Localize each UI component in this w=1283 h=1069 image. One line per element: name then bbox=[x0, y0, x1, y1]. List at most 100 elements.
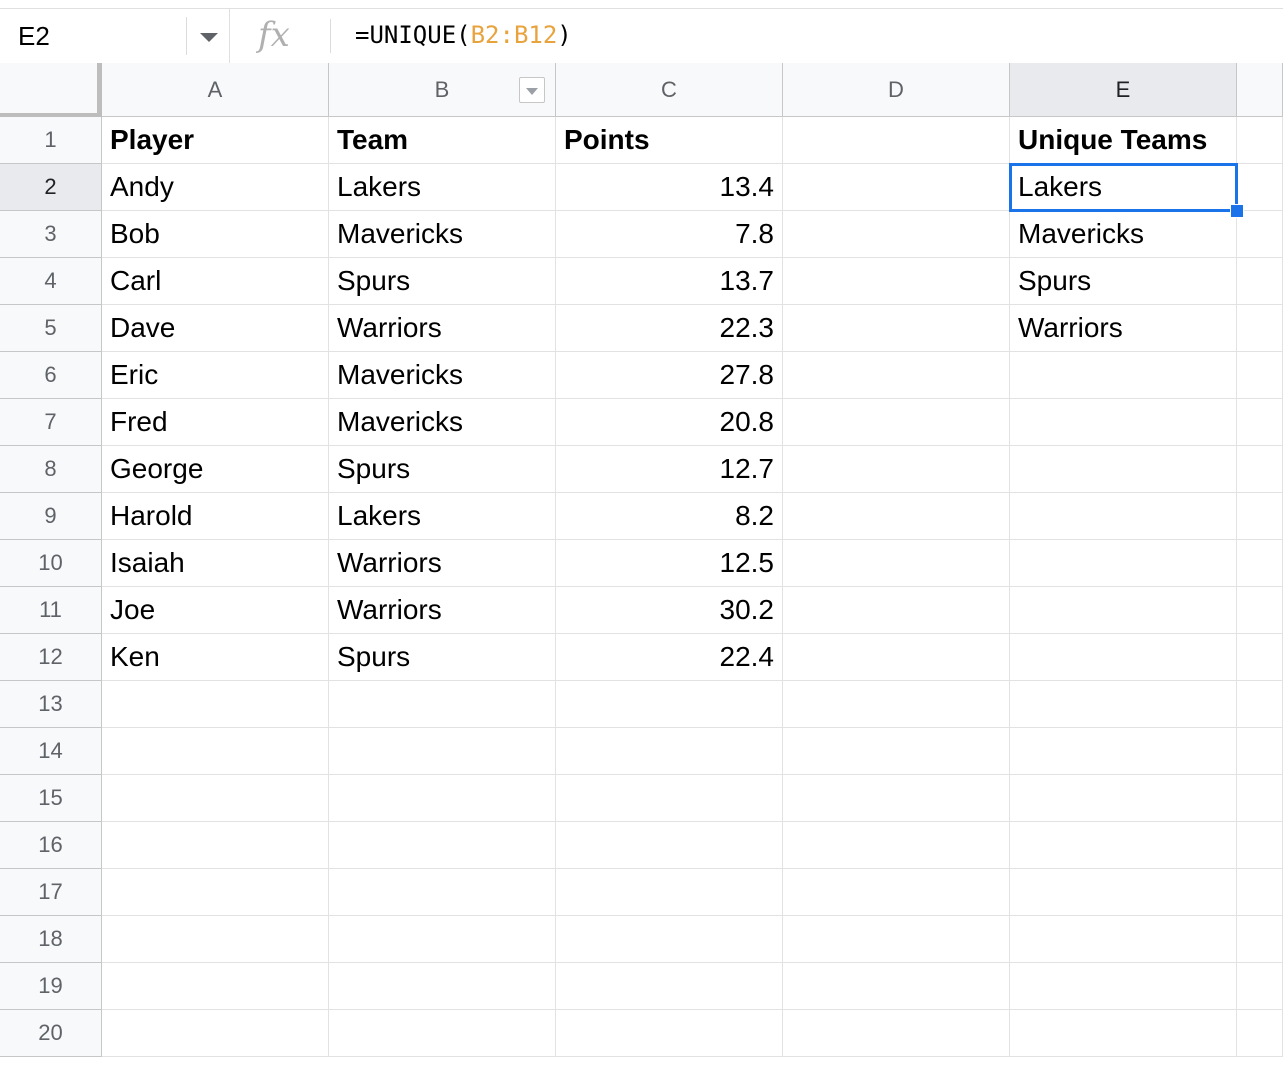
row-header-4[interactable]: 4 bbox=[0, 258, 102, 305]
cell-f15[interactable] bbox=[1237, 775, 1283, 822]
cell-c2[interactable]: 13.4 bbox=[556, 164, 783, 211]
cell-e2[interactable]: Lakers bbox=[1009, 163, 1238, 212]
row-header-12[interactable]: 12 bbox=[0, 634, 102, 681]
cell-c8[interactable]: 12.7 bbox=[556, 446, 783, 493]
cell-f6[interactable] bbox=[1237, 352, 1283, 399]
formula-input[interactable]: =UNIQUE(B2:B12) bbox=[355, 21, 572, 49]
column-header-a[interactable]: A bbox=[102, 63, 329, 117]
cell-a16[interactable] bbox=[102, 822, 329, 869]
cell-b15[interactable] bbox=[329, 775, 556, 822]
cell-b6[interactable]: Mavericks bbox=[329, 352, 556, 399]
cell-a10[interactable]: Isaiah bbox=[102, 540, 329, 587]
filter-dropdown-icon[interactable] bbox=[519, 77, 545, 103]
cell-e5[interactable]: Warriors bbox=[1010, 305, 1237, 352]
cell-c17[interactable] bbox=[556, 869, 783, 916]
name-box[interactable]: E2 bbox=[0, 9, 230, 64]
cell-b14[interactable] bbox=[329, 728, 556, 775]
cell-e14[interactable] bbox=[1010, 728, 1237, 775]
cell-b2[interactable]: Lakers bbox=[329, 164, 556, 211]
row-header-13[interactable]: 13 bbox=[0, 681, 102, 728]
cell-d4[interactable] bbox=[783, 258, 1010, 305]
cell-b5[interactable]: Warriors bbox=[329, 305, 556, 352]
cell-e1[interactable]: Unique Teams bbox=[1010, 117, 1237, 164]
cell-e10[interactable] bbox=[1010, 540, 1237, 587]
cell-d1[interactable] bbox=[783, 117, 1010, 164]
cell-d3[interactable] bbox=[783, 211, 1010, 258]
cell-f9[interactable] bbox=[1237, 493, 1283, 540]
cell-e9[interactable] bbox=[1010, 493, 1237, 540]
cell-d11[interactable] bbox=[783, 587, 1010, 634]
cell-d13[interactable] bbox=[783, 681, 1010, 728]
cell-f13[interactable] bbox=[1237, 681, 1283, 728]
cell-f10[interactable] bbox=[1237, 540, 1283, 587]
row-header-17[interactable]: 17 bbox=[0, 869, 102, 916]
cell-b8[interactable]: Spurs bbox=[329, 446, 556, 493]
row-header-16[interactable]: 16 bbox=[0, 822, 102, 869]
row-header-8[interactable]: 8 bbox=[0, 446, 102, 493]
column-header-d[interactable]: D bbox=[783, 63, 1010, 117]
column-header-e[interactable]: E bbox=[1010, 63, 1237, 117]
row-header-18[interactable]: 18 bbox=[0, 916, 102, 963]
cell-f4[interactable] bbox=[1237, 258, 1283, 305]
cell-d18[interactable] bbox=[783, 916, 1010, 963]
cell-f12[interactable] bbox=[1237, 634, 1283, 681]
row-header-15[interactable]: 15 bbox=[0, 775, 102, 822]
cell-f1[interactable] bbox=[1237, 117, 1283, 164]
cell-d19[interactable] bbox=[783, 963, 1010, 1010]
row-header-11[interactable]: 11 bbox=[0, 587, 102, 634]
cell-c20[interactable] bbox=[556, 1010, 783, 1057]
cell-f3[interactable] bbox=[1237, 211, 1283, 258]
row-header-3[interactable]: 3 bbox=[0, 211, 102, 258]
cell-b11[interactable]: Warriors bbox=[329, 587, 556, 634]
cell-b7[interactable]: Mavericks bbox=[329, 399, 556, 446]
cell-a1[interactable]: Player bbox=[102, 117, 329, 164]
cell-b1[interactable]: Team bbox=[329, 117, 556, 164]
column-header-c[interactable]: C bbox=[556, 63, 783, 117]
cell-c1[interactable]: Points bbox=[556, 117, 783, 164]
cell-e20[interactable] bbox=[1010, 1010, 1237, 1057]
cell-e4[interactable]: Spurs bbox=[1010, 258, 1237, 305]
column-header-f[interactable] bbox=[1237, 63, 1283, 117]
cell-c3[interactable]: 7.8 bbox=[556, 211, 783, 258]
cell-c5[interactable]: 22.3 bbox=[556, 305, 783, 352]
cell-e18[interactable] bbox=[1010, 916, 1237, 963]
column-header-b[interactable]: B bbox=[329, 63, 556, 117]
cell-a19[interactable] bbox=[102, 963, 329, 1010]
cell-a15[interactable] bbox=[102, 775, 329, 822]
cell-e12[interactable] bbox=[1010, 634, 1237, 681]
row-header-19[interactable]: 19 bbox=[0, 963, 102, 1010]
cell-b19[interactable] bbox=[329, 963, 556, 1010]
chevron-down-icon[interactable] bbox=[200, 33, 218, 42]
cell-e15[interactable] bbox=[1010, 775, 1237, 822]
cell-a11[interactable]: Joe bbox=[102, 587, 329, 634]
cell-e13[interactable] bbox=[1010, 681, 1237, 728]
cell-b16[interactable] bbox=[329, 822, 556, 869]
cell-a8[interactable]: George bbox=[102, 446, 329, 493]
cell-c14[interactable] bbox=[556, 728, 783, 775]
cell-e17[interactable] bbox=[1010, 869, 1237, 916]
cell-c9[interactable]: 8.2 bbox=[556, 493, 783, 540]
cell-c16[interactable] bbox=[556, 822, 783, 869]
row-header-1[interactable]: 1 bbox=[0, 117, 102, 164]
cell-e8[interactable] bbox=[1010, 446, 1237, 493]
cell-e19[interactable] bbox=[1010, 963, 1237, 1010]
cell-f14[interactable] bbox=[1237, 728, 1283, 775]
cell-d20[interactable] bbox=[783, 1010, 1010, 1057]
cell-e7[interactable] bbox=[1010, 399, 1237, 446]
cell-b9[interactable]: Lakers bbox=[329, 493, 556, 540]
cell-d5[interactable] bbox=[783, 305, 1010, 352]
cell-d14[interactable] bbox=[783, 728, 1010, 775]
cell-f5[interactable] bbox=[1237, 305, 1283, 352]
cell-c4[interactable]: 13.7 bbox=[556, 258, 783, 305]
cell-e3[interactable]: Mavericks bbox=[1010, 211, 1237, 258]
cell-b10[interactable]: Warriors bbox=[329, 540, 556, 587]
cell-f7[interactable] bbox=[1237, 399, 1283, 446]
cell-d2[interactable] bbox=[783, 164, 1010, 211]
cell-c7[interactable]: 20.8 bbox=[556, 399, 783, 446]
cell-d6[interactable] bbox=[783, 352, 1010, 399]
name-box-value[interactable]: E2 bbox=[18, 21, 50, 52]
cell-f19[interactable] bbox=[1237, 963, 1283, 1010]
cell-e6[interactable] bbox=[1010, 352, 1237, 399]
row-header-10[interactable]: 10 bbox=[0, 540, 102, 587]
row-header-6[interactable]: 6 bbox=[0, 352, 102, 399]
